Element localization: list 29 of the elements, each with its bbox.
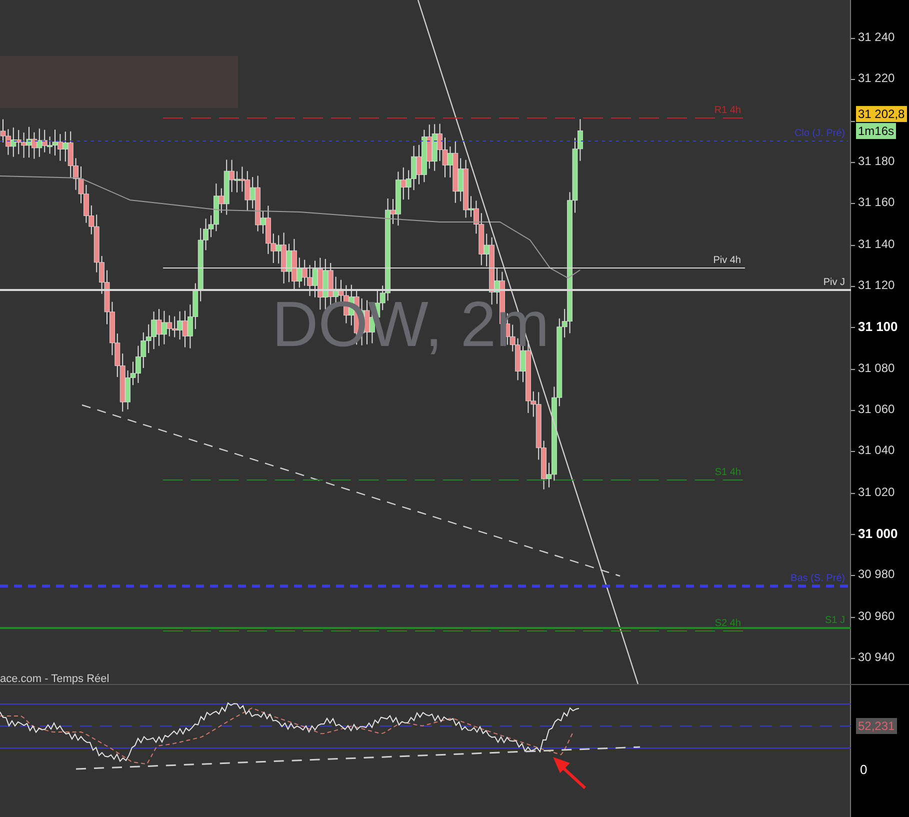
price-axis-label: 31 020 bbox=[858, 486, 895, 498]
arrow-icon bbox=[553, 757, 586, 790]
price-axis-label: 31 220 bbox=[858, 72, 895, 84]
level-label: S1 4h bbox=[714, 468, 741, 478]
price-axis-label: 31 000 bbox=[858, 526, 898, 540]
price-axis-label: 31 120 bbox=[858, 278, 895, 291]
level-label: S2 4h bbox=[714, 619, 741, 629]
candle-timer-badge: 1m16s bbox=[856, 123, 896, 139]
level-label: Bas (S. Pré) bbox=[790, 574, 845, 584]
level-label: Piv J bbox=[823, 278, 845, 288]
price-axis-label: 31 060 bbox=[858, 402, 895, 415]
price-axis-label: 31 160 bbox=[858, 196, 895, 208]
rsi-value-badge: 52,231 bbox=[856, 718, 897, 734]
level-label: Clo (J. Pré) bbox=[794, 129, 845, 139]
rsi-axis-label: 0 bbox=[860, 763, 868, 776]
price-axis-label: 31 240 bbox=[858, 31, 895, 43]
last-price-badge: 31 202,8 bbox=[856, 106, 907, 122]
price-axis-label: 31 140 bbox=[858, 238, 895, 250]
level-label: Piv 4h bbox=[713, 256, 741, 266]
data-source-label: ace.com - Temps Réel bbox=[0, 672, 110, 687]
price-axis-label: 31 040 bbox=[858, 444, 895, 456]
price-axis-label: 30 940 bbox=[858, 650, 895, 663]
level-label: S1 J bbox=[824, 616, 845, 626]
price-axis-label: 30 980 bbox=[858, 568, 895, 580]
price-axis-label: 31 080 bbox=[858, 362, 895, 374]
price-axis-label: 30 960 bbox=[858, 610, 895, 622]
level-label: R1 4h bbox=[714, 106, 741, 116]
price-axis-label: 31 180 bbox=[858, 154, 895, 167]
price-axis-label: 31 100 bbox=[858, 320, 898, 334]
